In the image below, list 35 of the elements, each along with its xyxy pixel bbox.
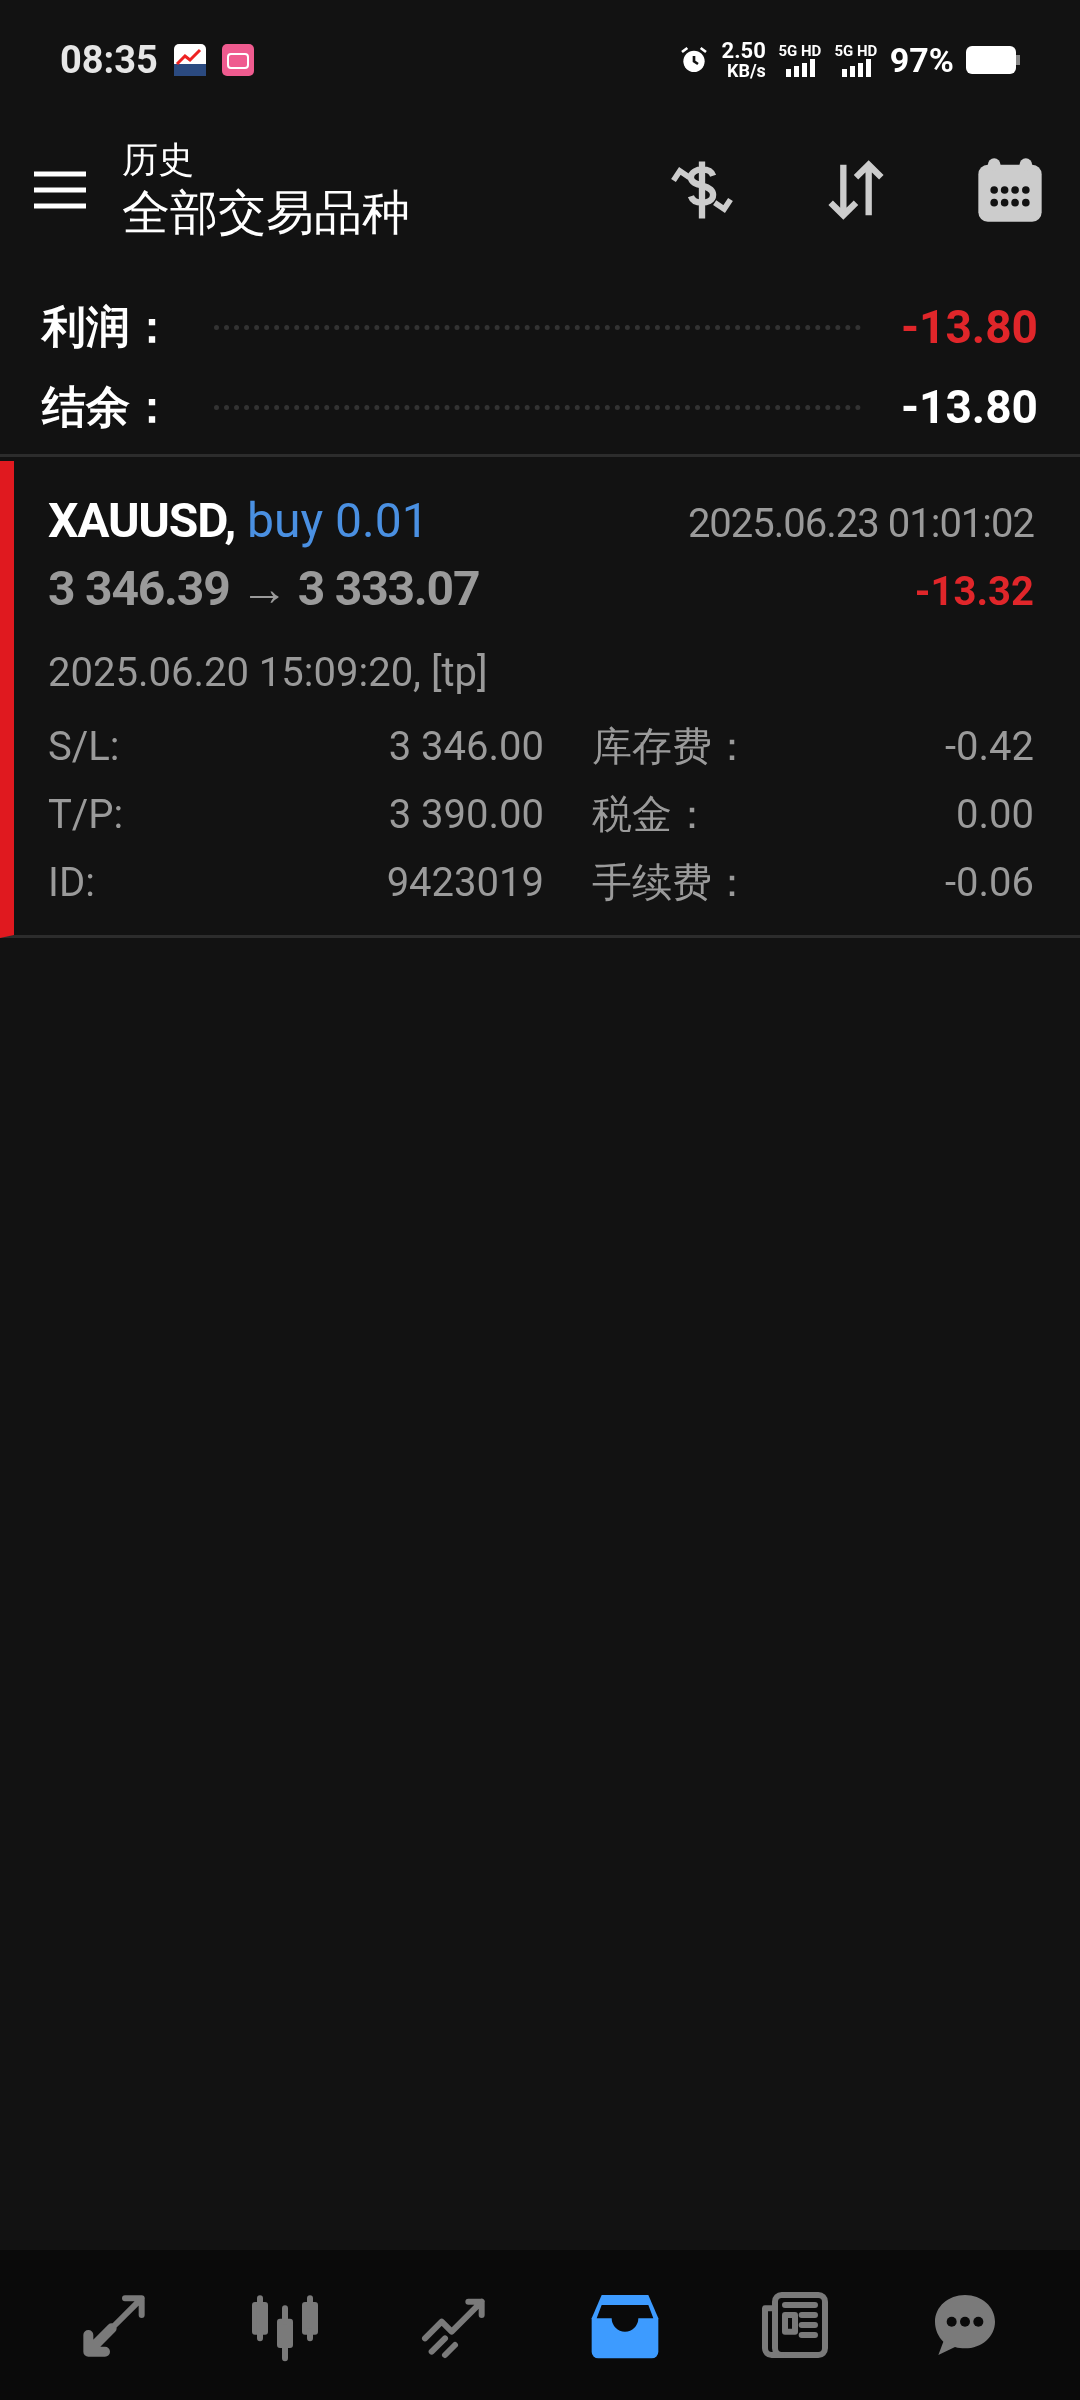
detail-value: 0.00 <box>956 790 1034 840</box>
deal-symbol: XAUUSD, <box>48 491 236 551</box>
detail-value: -0.42 <box>944 722 1034 772</box>
screen-title: 全部交易品种 <box>122 182 411 243</box>
summary-value: -13.80 <box>900 298 1038 356</box>
deal-card[interactable]: XAUUSD, buy 0.01 2025.06.23 01:01:02 3 346.39 → 3 333.07 -13.32 2025.06.20 15:09:20, [tp] S/L: 3 346.00 库存费： -0.42 T/P: 3 390.00 税金： 0.00 ID: 9423019 手续费： -0.06 <box>0 461 1080 938</box>
stocks-app-icon <box>173 44 206 76</box>
summary-value: -13.80 <box>900 378 1038 436</box>
detail-label: 税金： <box>592 790 713 840</box>
battery-icon <box>966 46 1020 74</box>
open-info: 2025.06.20 15:09:20, [tp] <box>48 648 489 698</box>
detail-value: 3 346.00 <box>387 722 544 772</box>
clock-time: 08:35 <box>60 36 158 84</box>
deal-prices: 3 346.39 → 3 333.07 <box>48 559 480 619</box>
deal-profit: -13.32 <box>914 567 1034 617</box>
screen-subtitle: 历史 <box>122 137 195 183</box>
close-time: 2025.06.23 01:01:02 <box>687 499 1034 549</box>
network-unit: KB/s <box>727 62 766 80</box>
summary-label: 利润： <box>42 300 174 355</box>
detail-label: T/P: <box>48 790 125 840</box>
detail-label: S/L: <box>48 722 121 772</box>
detail-label: ID: <box>48 858 96 908</box>
detail-label: 手续费： <box>592 858 753 908</box>
battery-percent: 97% <box>889 38 954 82</box>
tv-app-icon <box>221 44 254 76</box>
detail-value: 9423019 <box>385 858 544 908</box>
deal-side: buy 0.01 <box>247 491 429 551</box>
menu-icon[interactable] <box>32 170 88 210</box>
network-type: 5G HD <box>834 43 878 59</box>
detail-value: -0.06 <box>944 858 1034 908</box>
summary-label: 结余： <box>42 380 174 435</box>
detail-value: 3 390.00 <box>387 790 544 840</box>
network-speed: 2.50 <box>721 40 766 62</box>
detail-label: 库存费： <box>592 722 753 772</box>
network-type: 5G HD <box>778 43 822 59</box>
